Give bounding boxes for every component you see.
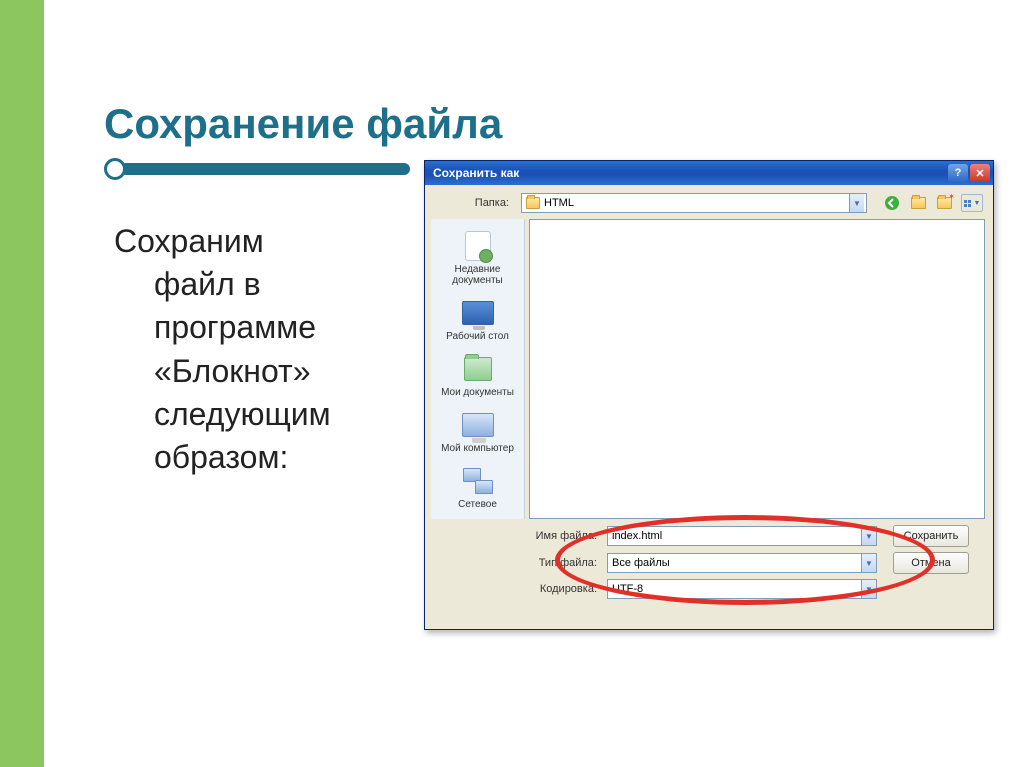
help-button[interactable]: ? — [948, 164, 968, 182]
desktop-icon — [462, 301, 494, 325]
my-computer-icon — [462, 413, 494, 437]
filename-value: index.html — [612, 530, 861, 542]
places-recent-label: Недавние документы — [433, 264, 522, 286]
places-mydocs[interactable]: Мои документы — [431, 348, 524, 404]
folder-icon — [526, 197, 540, 209]
save-button[interactable]: Сохранить — [893, 525, 969, 547]
save-as-dialog: Сохранить как ? ✕ Папка: HTML ▼ — [424, 160, 994, 630]
dialog-toolbar: ▼ — [883, 194, 983, 212]
close-button[interactable]: ✕ — [970, 164, 990, 182]
bullet-dot-icon — [104, 158, 126, 180]
places-mycomp-label: Мой компьютер — [441, 443, 514, 454]
lookin-row: Папка: HTML ▼ ▼ — [425, 185, 993, 219]
chevron-down-icon[interactable]: ▼ — [849, 194, 864, 212]
dialog-titlebar[interactable]: Сохранить как ? ✕ — [425, 161, 993, 185]
filetype-value: Все файлы — [612, 557, 861, 569]
body-rest: файл в программе «Блокнот» следующим обр… — [114, 263, 384, 479]
views-menu-icon[interactable]: ▼ — [961, 194, 983, 212]
filename-input[interactable]: index.html ▼ — [607, 526, 877, 546]
dialog-bottom-section: Имя файла: index.html ▼ Сохранить Тип фа… — [425, 519, 993, 614]
places-desktop[interactable]: Рабочий стол — [431, 292, 524, 348]
filetype-select[interactable]: Все файлы ▼ — [607, 553, 877, 573]
recent-docs-icon — [465, 231, 491, 261]
places-network[interactable]: Сетевое — [431, 460, 524, 516]
network-icon — [463, 468, 493, 494]
bullet-bar-icon — [120, 163, 410, 175]
cancel-button[interactable]: Отмена — [893, 552, 969, 574]
lookin-combo[interactable]: HTML ▼ — [521, 193, 867, 213]
back-icon[interactable] — [883, 194, 901, 212]
places-mydocs-label: Мои документы — [441, 387, 514, 398]
body-first-word: Сохраним — [114, 223, 264, 259]
slide-accent-band — [0, 0, 44, 767]
filename-row: Имя файла: index.html ▼ Сохранить — [425, 525, 983, 547]
encoding-select[interactable]: UTF-8 ▼ — [607, 579, 877, 599]
places-mycomputer[interactable]: Мой компьютер — [431, 404, 524, 460]
filetype-label: Тип файла: — [425, 557, 601, 569]
dialog-content-row: Недавние документы Рабочий стол Мои доку… — [425, 219, 993, 519]
dialog-title: Сохранить как — [433, 166, 946, 180]
filetype-row: Тип файла: Все файлы ▼ Отмена — [425, 552, 983, 574]
slide-content: Сохранение файла Сохраним файл в програм… — [44, 0, 1024, 767]
slide-title: Сохранение файла — [104, 100, 984, 148]
lookin-label: Папка: — [435, 197, 515, 209]
places-desktop-label: Рабочий стол — [446, 331, 509, 342]
filename-label: Имя файла: — [425, 530, 601, 542]
encoding-label: Кодировка: — [425, 583, 601, 595]
chevron-down-icon[interactable]: ▼ — [861, 580, 876, 598]
file-list-pane[interactable] — [529, 219, 985, 519]
encoding-value: UTF-8 — [612, 583, 861, 595]
up-one-level-icon[interactable] — [909, 194, 927, 212]
places-bar: Недавние документы Рабочий стол Мои доку… — [431, 219, 525, 519]
encoding-row: Кодировка: UTF-8 ▼ — [425, 579, 983, 599]
places-network-label: Сетевое — [458, 499, 497, 510]
chevron-down-icon[interactable]: ▼ — [861, 527, 876, 545]
lookin-value: HTML — [544, 197, 574, 209]
places-recent[interactable]: Недавние документы — [431, 225, 524, 292]
slide-body-text: Сохраним файл в программе «Блокнот» след… — [104, 220, 384, 479]
my-documents-icon — [464, 357, 492, 381]
new-folder-icon[interactable] — [935, 194, 953, 212]
chevron-down-icon[interactable]: ▼ — [861, 554, 876, 572]
